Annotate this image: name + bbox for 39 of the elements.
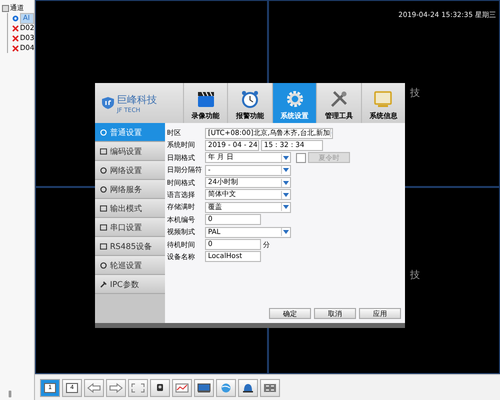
channel-overlay-text: 技 (410, 268, 420, 282)
caret-icon (281, 228, 290, 236)
left-arrow-icon (87, 382, 101, 392)
cross-icon (12, 44, 19, 52)
logo-name: 巨峰科技 (117, 94, 157, 106)
circle-icon (100, 262, 107, 268)
cross-icon (12, 34, 19, 42)
tools-icon (328, 89, 349, 109)
settings-nav-item[interactable]: 输出模式 (95, 199, 165, 218)
caret-icon (330, 129, 332, 137)
toolbar-button[interactable] (194, 378, 214, 396)
right-arrow-icon (109, 382, 123, 392)
caret-icon (281, 154, 290, 162)
channel-overlay-text: 技 (410, 86, 420, 100)
settings-nav-item[interactable]: IPC参数 (95, 275, 165, 294)
camera-online-icon (12, 14, 19, 22)
cross-icon (12, 24, 19, 32)
settings-nav-item[interactable]: 网络服务 (95, 180, 165, 199)
folder-icon (2, 4, 9, 12)
scroll-handle-icon[interactable] (8, 390, 12, 398)
alarm-clock-icon (240, 89, 260, 109)
toolbar-button[interactable] (150, 378, 170, 396)
grid-icon (263, 382, 277, 392)
wrench-icon (100, 280, 107, 288)
shield-logo-icon (101, 96, 115, 110)
caret-icon (281, 178, 290, 187)
alarm-light-icon (241, 382, 255, 392)
caret-icon (281, 190, 290, 199)
settings-nav-item[interactable]: 轮巡设置 (95, 256, 165, 275)
caret-icon (281, 166, 290, 174)
fullscreen-icon (131, 382, 145, 392)
toolbar-button[interactable] (238, 378, 258, 396)
clapperboard-icon (196, 89, 216, 109)
line-chart-icon (175, 382, 189, 392)
settings-nav-item[interactable]: RS485设备 (95, 237, 165, 256)
settings-nav-item[interactable]: 编码设置 (95, 142, 165, 161)
settings-nav-item[interactable]: 网络设置 (95, 161, 165, 180)
caret-icon (281, 203, 290, 212)
settings-nav-item[interactable]: 串口设置 (95, 218, 165, 237)
